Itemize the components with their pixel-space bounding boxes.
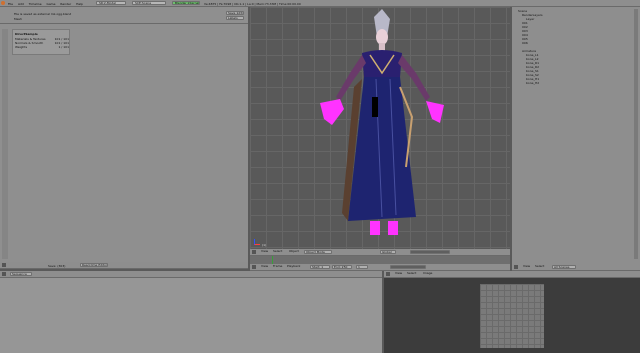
editor-type-icon[interactable] <box>2 272 6 276</box>
menu-file[interactable]: File <box>8 2 13 6</box>
outliner-item-label: bone_H2 <box>526 81 540 85</box>
list-row-value: 1 / 101 <box>58 45 69 49</box>
editor-type-icon[interactable] <box>386 272 390 276</box>
uv-select-menu[interactable]: Select <box>406 272 420 276</box>
uv-grid <box>480 284 544 348</box>
uv-editor[interactable] <box>384 278 640 353</box>
viewport-header: View Select Object Object Mode Global <box>250 249 510 256</box>
mode-select[interactable]: Object Mode <box>304 250 332 254</box>
outliner-header: View Select All Scenes <box>512 264 640 271</box>
sequence-editor[interactable] <box>0 278 382 353</box>
start-frame-field[interactable]: Start: 1 <box>310 265 330 269</box>
outliner-item-label: 006 <box>522 41 528 45</box>
list-row: Weights 1 / 101 <box>15 45 69 49</box>
save-button[interactable]: Save 1234 <box>226 11 244 15</box>
tl-view-menu[interactable]: View <box>260 265 270 269</box>
render-engine-field[interactable]: Blender Internal <box>172 1 200 5</box>
timeline-header: View Frame Playback Start: 1 End: 250 1 <box>250 264 510 271</box>
main-menu: File Add Timeline Game Render Help <box>8 2 87 6</box>
sequence-header: Sequence <box>0 271 382 278</box>
text-box: DirectSample Materials & Textures 101 / … <box>12 29 70 55</box>
character-model <box>320 9 444 235</box>
menu-render[interactable]: Render <box>60 2 71 6</box>
editor-type-icon[interactable] <box>514 265 518 269</box>
labels-button[interactable]: Labels <box>226 16 244 20</box>
frame-label: (1) <box>262 243 267 247</box>
timeline-cursor[interactable] <box>272 256 273 264</box>
uv-view-menu[interactable]: View <box>394 272 404 276</box>
read-time-editor-button[interactable]: Read-time Editor <box>80 263 108 267</box>
menu-game[interactable]: Game <box>47 2 56 6</box>
outliner-item[interactable]: bone_H2 <box>526 81 539 85</box>
outliner-scrollbar[interactable] <box>634 9 638 259</box>
editor-type-icon[interactable] <box>252 265 256 269</box>
layer-buttons[interactable] <box>410 250 450 254</box>
outliner-scenes-select[interactable]: All Scenes <box>552 265 576 269</box>
menu-add[interactable]: Add <box>18 2 24 6</box>
list-title: DirectSample <box>15 32 38 36</box>
outliner-select-menu[interactable]: Select <box>534 265 548 269</box>
scene-select-field[interactable]: SCE:Scene <box>132 1 166 5</box>
info-line-2: Mesh <box>14 17 22 21</box>
sequence-select[interactable]: Sequence <box>10 272 32 276</box>
info-line: File is saved as external Ink.ogg.blend <box>14 12 72 16</box>
end-frame-field[interactable]: End: 250 <box>332 265 352 269</box>
3d-viewport[interactable]: (1) <box>250 7 510 249</box>
left-scroll-strip[interactable] <box>2 29 8 259</box>
editor-type-icon[interactable] <box>2 263 6 267</box>
playback-controls[interactable] <box>390 265 426 269</box>
axis-indicator <box>254 239 260 245</box>
footer-value: Save: (303) <box>48 264 66 268</box>
blender-logo-icon[interactable] <box>1 1 5 5</box>
screen-select-field[interactable]: SR:2-Model <box>96 1 126 5</box>
left-panel: File is saved as external Ink.ogg.blend … <box>0 7 248 262</box>
editor-type-icon[interactable] <box>252 250 256 254</box>
orientation-select[interactable]: Global <box>380 250 396 254</box>
current-frame-field[interactable]: 1 <box>356 265 368 269</box>
top-menu-bar: File Add Timeline Game Render Help SR:2-… <box>0 0 640 7</box>
outliner[interactable]: Scene RenderLayers Layer 001 002 003 004… <box>512 7 640 264</box>
outliner-item[interactable]: 006 <box>522 41 528 45</box>
uv-editor-header: View Select Image <box>384 271 640 278</box>
scene-stats: Ve:4875 | Fa:7098 | Ob:1-1 | La:0 | Mem:… <box>204 2 301 6</box>
menu-help[interactable]: Help <box>76 2 83 6</box>
timeline[interactable] <box>250 256 510 264</box>
tl-playback-menu[interactable]: Playback <box>286 265 304 269</box>
outliner-view-menu[interactable]: View <box>522 265 532 269</box>
uv-image-menu[interactable]: Image <box>422 272 436 276</box>
list-row-label: Weights <box>15 45 28 49</box>
panel-divider <box>0 23 248 24</box>
object-menu[interactable]: Object <box>288 250 302 254</box>
view-menu[interactable]: View <box>260 250 270 254</box>
left-footer-bar: Save: (303) Read-time Editor <box>0 262 248 269</box>
menu-timeline[interactable]: Timeline <box>29 2 42 6</box>
select-menu[interactable]: Select <box>272 250 286 254</box>
tl-frame-menu[interactable]: Frame <box>272 265 284 269</box>
